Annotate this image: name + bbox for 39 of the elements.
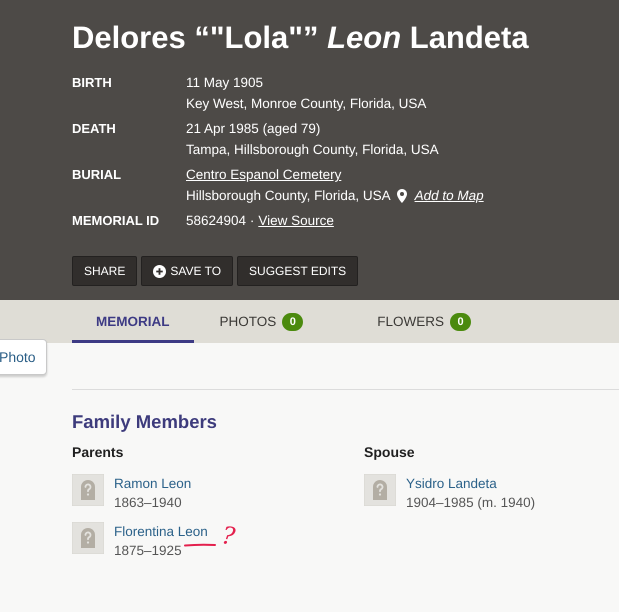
- fact-label: BIRTH: [72, 74, 112, 92]
- member-dates: 1863–1940: [114, 494, 182, 512]
- member-name-link[interactable]: Florentina Leon: [114, 522, 208, 541]
- fact-link[interactable]: View Source: [258, 210, 334, 231]
- section-heading: Family Members: [72, 410, 217, 434]
- fact-text: Tampa, Hillsborough County, Florida, USA: [186, 141, 439, 159]
- fact-label: BURIAL: [72, 166, 122, 184]
- action-button[interactable]: SHARE: [72, 256, 138, 286]
- fact-link[interactable]: Centro Espanol Cemetery: [186, 164, 342, 185]
- annotation-question-mark: ?: [220, 521, 237, 551]
- count-badge: 0: [282, 312, 304, 330]
- plus-circle-icon: [153, 264, 166, 278]
- group-heading: Parents: [72, 443, 124, 462]
- member-dates: 1875–1925: [114, 542, 182, 560]
- save-to-button[interactable]: SAVE TO: [141, 256, 234, 286]
- unknown-grave-icon: [72, 474, 104, 506]
- tab[interactable]: MEMORIAL: [72, 300, 194, 343]
- annotation-underline: [184, 543, 216, 547]
- member-dates: 1904–1985 (m. 1940): [406, 494, 536, 512]
- tab[interactable]: FLOWERS 0: [353, 300, 496, 343]
- photo-button[interactable]: Photo: [0, 339, 47, 375]
- member-name-link[interactable]: Ramon Leon: [114, 474, 192, 493]
- action-button[interactable]: SUGGEST EDITS: [237, 256, 358, 286]
- fact-text: Hillsborough County, Florida, USA: [186, 187, 391, 205]
- fact-label: DEATH: [72, 120, 116, 138]
- group-heading: Spouse: [364, 443, 415, 462]
- member-name-link[interactable]: Ysidro Landeta: [406, 474, 497, 493]
- fact-label: MEMORIAL ID: [72, 212, 160, 230]
- map-pin-icon: [396, 188, 407, 202]
- fact-text: 58624904 ·: [186, 212, 254, 230]
- unknown-grave-icon: [72, 522, 104, 554]
- memorial-name: Delores “"Lola"” Leon Landeta: [72, 20, 529, 56]
- fact-text: 11 May 1905: [186, 74, 264, 92]
- fact-text: 21 Apr 1985 (aged 79): [186, 120, 320, 138]
- count-badge: 0: [450, 312, 472, 330]
- add-to-map-link[interactable]: Add to Map: [414, 185, 484, 206]
- unknown-grave-icon: [364, 474, 396, 506]
- fact-text: Key West, Monroe County, Florida, USA: [186, 95, 426, 113]
- tab[interactable]: PHOTOS 0: [196, 300, 328, 343]
